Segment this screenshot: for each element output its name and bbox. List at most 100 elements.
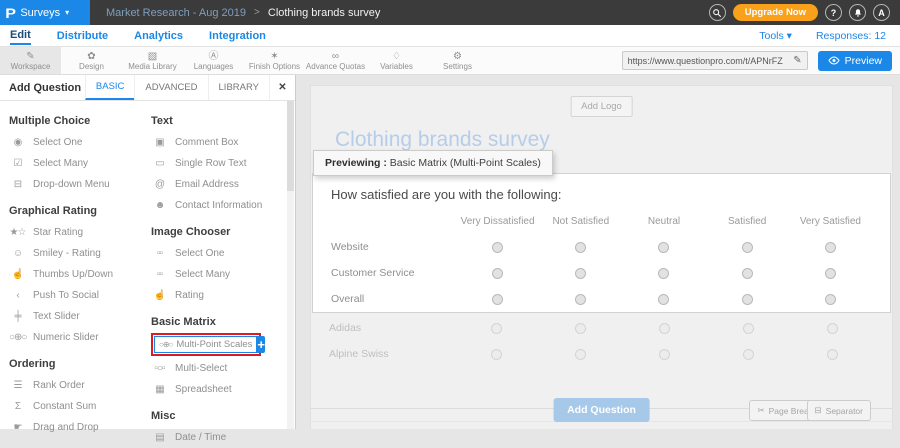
qtype-thumbs-up-down[interactable]: ☝ Thumbs Up/Down [9, 264, 141, 285]
radio-button[interactable] [825, 268, 836, 279]
qtype-smiley-rating[interactable]: ☺ Smiley - Rating [9, 243, 141, 264]
radio-button[interactable] [742, 242, 753, 253]
radio-button[interactable] [742, 294, 753, 305]
toolbar-settings[interactable]: ⚙ Settings [427, 47, 488, 74]
toolbar-workspace[interactable]: ✎ Workspace [0, 47, 61, 74]
search-button[interactable] [709, 4, 726, 21]
qtype-email-address[interactable]: @ Email Address [151, 174, 289, 195]
qtype-constant-sum[interactable]: Σ Constant Sum [9, 396, 141, 417]
toolbar-languages-label: Languages [194, 62, 234, 71]
toolbar-variables[interactable]: ♢ Variables [366, 47, 427, 74]
tab-integration[interactable]: Integration [209, 28, 266, 44]
toolbar-finish-options-label: Finish Options [249, 62, 300, 71]
topbar-actions: Upgrade Now ? A [709, 0, 900, 25]
row-label: Overall [331, 293, 456, 305]
help-button[interactable]: ? [825, 4, 842, 21]
radio-button[interactable] [742, 268, 753, 279]
tab-basic[interactable]: BASIC [85, 75, 135, 100]
tab-advanced[interactable]: ADVANCED [134, 75, 207, 100]
radio-button[interactable] [658, 242, 669, 253]
radio-button[interactable] [658, 294, 669, 305]
toolbar-languages[interactable]: Ⓐ Languages [183, 47, 244, 74]
surveys-menu[interactable]: P Surveys ▾ [0, 0, 90, 25]
notifications-button[interactable] [849, 4, 866, 21]
qtype-date-time[interactable]: ▤ Date / Time [151, 427, 289, 448]
radio-button-disabled [827, 323, 838, 334]
toolbar-settings-label: Settings [443, 62, 472, 71]
radio-button-disabled [827, 349, 838, 360]
section-multiple-choice: Multiple Choice [9, 115, 141, 127]
qtype-numeric-slider[interactable]: ○⊕○ Numeric Slider [9, 327, 141, 348]
tab-analytics[interactable]: Analytics [134, 28, 183, 44]
qtype-rank-order[interactable]: ☰ Rank Order [9, 375, 141, 396]
preview-button[interactable]: Preview [818, 51, 892, 71]
qtype-select-many[interactable]: ☑ Select Many [9, 153, 141, 174]
eye-icon [828, 56, 840, 65]
toolbar-finish-options[interactable]: ✶ Finish Options [244, 47, 305, 74]
qtype-multi-select[interactable]: ▫○▫ Multi-Select [151, 358, 289, 379]
section-ordering: Ordering [9, 358, 141, 370]
add-multi-point-scales-button[interactable]: + [257, 336, 265, 353]
radio-button[interactable] [825, 242, 836, 253]
add-logo-button[interactable]: Add Logo [570, 96, 633, 117]
toolbar-design[interactable]: ✿ Design [61, 47, 122, 74]
qtype-image-select-many[interactable]: ▫▫ Select Many [151, 264, 289, 285]
toolbar-advance-quotas[interactable]: ∞ Advance Quotas [305, 47, 366, 74]
section-misc: Misc [151, 410, 289, 422]
survey-url-field[interactable]: https://www.questionpro.com/t/APNrFZ ✎ [622, 51, 808, 70]
thumb-rating-icon: ☝ [151, 290, 168, 301]
tools-menu[interactable]: Tools ▾ [759, 30, 792, 42]
qtype-select-one[interactable]: ◉ Select One [9, 132, 141, 153]
close-icon[interactable]: ✕ [269, 75, 295, 100]
surveys-menu-label: Surveys [20, 7, 60, 19]
upgrade-button[interactable]: Upgrade Now [733, 4, 818, 21]
matrix-row-customer-service: Customer Service [313, 260, 890, 286]
qtype-single-row-text[interactable]: ▭ Single Row Text [151, 153, 289, 174]
question-text: How satisfied are you with the following… [313, 174, 890, 208]
translate-icon: Ⓐ [209, 51, 219, 62]
matrix-row-website: Website [313, 234, 890, 260]
tab-edit[interactable]: Edit [10, 27, 31, 45]
qtype-comment-box[interactable]: ▣ Comment Box [151, 132, 289, 153]
qtype-drag-and-drop[interactable]: ☛ Drag and Drop [9, 417, 141, 438]
toolbar-media-library[interactable]: ▧ Media Library [122, 47, 183, 74]
responses-count[interactable]: Responses: 12 [816, 30, 886, 42]
add-question-button[interactable]: Add Question [553, 398, 650, 422]
panel-scrollbar-thumb[interactable] [287, 101, 294, 191]
tab-library[interactable]: LIBRARY [208, 75, 269, 100]
radio-button[interactable] [492, 268, 503, 279]
previewing-tooltip: Previewing : Basic Matrix (Multi-Point S… [313, 150, 553, 176]
qtype-dropdown-menu[interactable]: ⊟ Drop-down Menu [9, 174, 141, 195]
radio-button-disabled [659, 323, 670, 334]
qtype-label: Smiley - Rating [33, 248, 101, 259]
radio-button[interactable] [575, 242, 586, 253]
qtype-image-rating[interactable]: ☝ Rating [151, 285, 289, 306]
breadcrumb-parent[interactable]: Market Research - Aug 2019 [106, 7, 246, 19]
radio-button[interactable] [825, 294, 836, 305]
qtype-label: Push To Social [33, 290, 99, 301]
radio-button[interactable] [575, 268, 586, 279]
qtype-multi-point-scales[interactable]: ○⊕○ Multi-Point Scales [154, 336, 257, 353]
qtype-contact-information[interactable]: ☻ Contact Information [151, 195, 289, 216]
panel-scrollbar[interactable] [287, 101, 294, 429]
avatar[interactable]: A [873, 4, 890, 21]
tab-distribute[interactable]: Distribute [57, 28, 108, 44]
radio-button-disabled [575, 349, 586, 360]
radio-button[interactable] [492, 294, 503, 305]
radio-button[interactable] [492, 242, 503, 253]
radio-button[interactable] [575, 294, 586, 305]
qtype-label: Rating [175, 290, 204, 301]
radio-icon: ◉ [9, 137, 26, 148]
separator-button[interactable]: ⊟ Separator [807, 400, 871, 421]
edit-pencil-icon[interactable]: ✎ [793, 55, 801, 66]
radio-button[interactable] [658, 268, 669, 279]
qtype-push-to-social[interactable]: ‹ Push To Social [9, 285, 141, 306]
survey-canvas: Add Logo Clothing brands survey Previewi… [297, 75, 900, 429]
qtype-spreadsheet[interactable]: ▦ Spreadsheet [151, 379, 289, 400]
survey-title[interactable]: Clothing brands survey [335, 128, 550, 152]
qtype-image-select-one[interactable]: ▫▫ Select One [151, 243, 289, 264]
gear-icon: ⚙ [453, 51, 462, 62]
qtype-star-rating[interactable]: ★☆ Star Rating [9, 222, 141, 243]
scale-header: Neutral [622, 216, 705, 227]
qtype-text-slider[interactable]: ╪ Text Slider [9, 306, 141, 327]
